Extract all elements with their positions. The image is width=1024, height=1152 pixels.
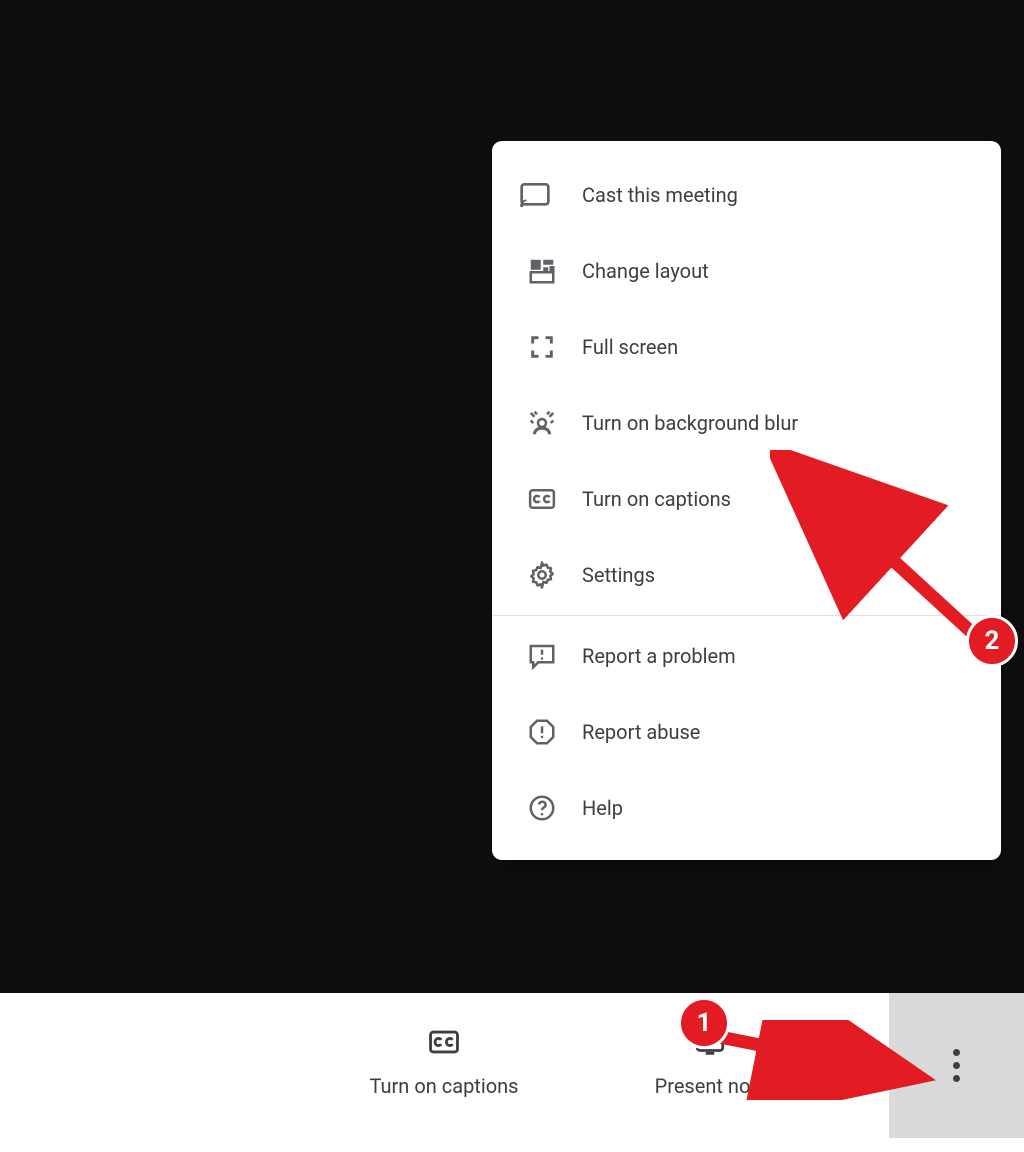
menu-item-label: Turn on captions [582,487,731,511]
cc-icon [427,1025,461,1064]
annotation-badge-1: 1 [678,997,730,1049]
menu-item-label: Turn on background blur [582,411,798,435]
menu-item-fullscreen[interactable]: Full screen [492,309,1001,385]
menu-item-label: Cast this meeting [582,183,738,207]
cc-icon [518,484,566,514]
background-blur-icon [518,408,566,438]
more-vert-icon [953,1046,960,1085]
menu-item-layout[interactable]: Change layout [492,233,1001,309]
annotation-badge-2: 2 [966,615,1018,667]
menu-item-help[interactable]: Help [492,770,1001,846]
help-icon [518,793,566,823]
annotation-arrow-1 [700,1020,940,1100]
cast-icon [518,179,566,211]
menu-item-label: Settings [582,563,655,587]
menu-item-label: Full screen [582,335,678,359]
menu-item-report-abuse[interactable]: Report abuse [492,694,1001,770]
menu-item-label: Report a problem [582,644,736,668]
layout-icon [518,256,566,286]
report-abuse-icon [518,717,566,747]
gear-icon [518,560,566,590]
menu-item-label: Report abuse [582,720,700,744]
fullscreen-icon [518,333,566,361]
captions-label: Turn on captions [370,1074,519,1098]
menu-item-label: Help [582,796,623,820]
captions-button[interactable]: Turn on captions [334,1025,554,1098]
feedback-icon [518,641,566,671]
menu-item-cast[interactable]: Cast this meeting [492,157,1001,233]
menu-item-label: Change layout [582,259,709,283]
